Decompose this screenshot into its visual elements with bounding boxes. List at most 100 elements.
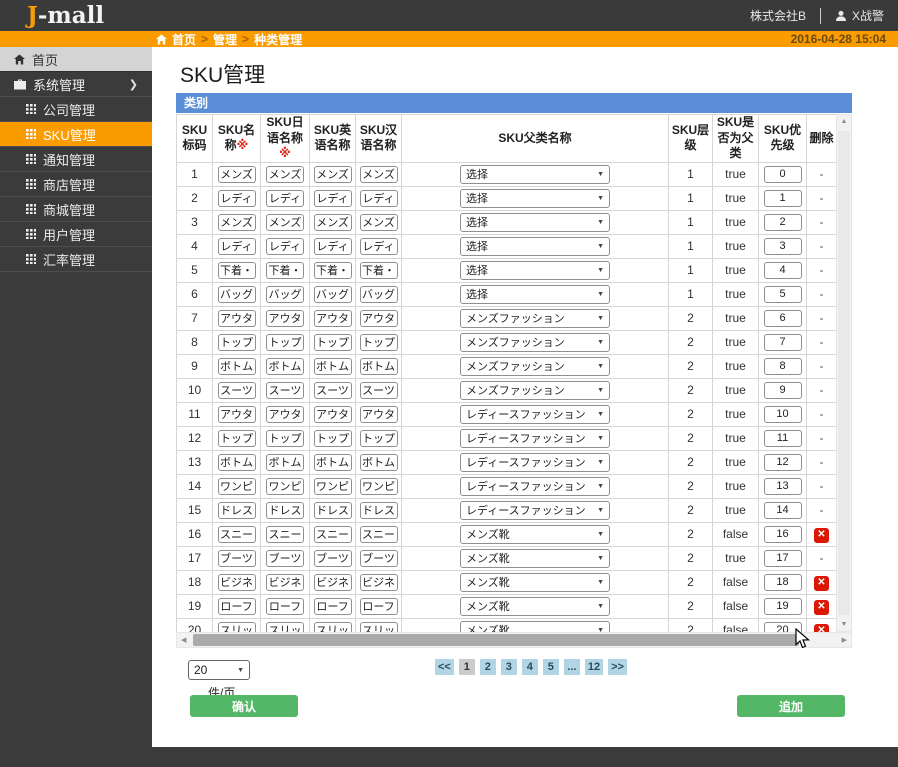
sidebar-item-active[interactable]: SKU管理: [0, 122, 152, 147]
parent-category-select[interactable]: 选择▼: [460, 261, 610, 280]
pagination-item[interactable]: 1: [459, 659, 475, 675]
sku-name-zh-input[interactable]: [360, 406, 398, 423]
parent-category-select[interactable]: レディースファッション▼: [460, 501, 610, 520]
parent-category-select[interactable]: メンズ靴▼: [460, 549, 610, 568]
sku-name-en-input[interactable]: [314, 502, 352, 519]
sku-name-input[interactable]: [218, 214, 256, 231]
priority-input[interactable]: [764, 190, 802, 207]
sku-name-zh-input[interactable]: [360, 550, 398, 567]
sku-name-jp-input[interactable]: [266, 286, 304, 303]
user-menu[interactable]: X战警: [835, 7, 884, 24]
sku-name-en-input[interactable]: [314, 526, 352, 543]
sku-name-zh-input[interactable]: [360, 454, 398, 471]
sku-name-jp-input[interactable]: [266, 550, 304, 567]
page-size-select[interactable]: 20 ▼: [188, 660, 250, 680]
sidebar-item-entry[interactable]: 公司管理: [0, 97, 152, 122]
sku-name-input[interactable]: [218, 166, 256, 183]
sku-name-jp-input[interactable]: [266, 406, 304, 423]
sidebar-item-home[interactable]: 首页: [0, 47, 152, 72]
sku-name-jp-input[interactable]: [266, 574, 304, 591]
sku-name-input[interactable]: [218, 190, 256, 207]
vertical-scrollbar-thumb[interactable]: [838, 131, 850, 615]
sku-name-jp-input[interactable]: [266, 190, 304, 207]
priority-input[interactable]: [764, 214, 802, 231]
priority-input[interactable]: [764, 382, 802, 399]
parent-category-select[interactable]: 选择▼: [460, 213, 610, 232]
sku-name-jp-input[interactable]: [266, 526, 304, 543]
sidebar-item-entry[interactable]: 通知管理: [0, 147, 152, 172]
sku-name-input[interactable]: [218, 454, 256, 471]
sku-name-zh-input[interactable]: [360, 574, 398, 591]
sku-name-zh-input[interactable]: [360, 214, 398, 231]
pagination-item[interactable]: 3: [501, 659, 517, 675]
priority-input[interactable]: [764, 598, 802, 615]
parent-category-select[interactable]: メンズファッション▼: [460, 357, 610, 376]
horizontal-scrollbar[interactable]: ◀ ▶: [176, 632, 852, 648]
pagination-item[interactable]: >>: [608, 659, 627, 675]
pagination-item[interactable]: 2: [480, 659, 496, 675]
scroll-right-icon[interactable]: ▶: [842, 636, 847, 644]
vertical-scrollbar[interactable]: ▲ ▼: [836, 114, 852, 632]
sku-name-en-input[interactable]: [314, 358, 352, 375]
sku-name-en-input[interactable]: [314, 286, 352, 303]
parent-category-select[interactable]: メンズファッション▼: [460, 333, 610, 352]
sku-name-en-input[interactable]: [314, 550, 352, 567]
sku-name-input[interactable]: [218, 262, 256, 279]
sku-name-en-input[interactable]: [314, 574, 352, 591]
priority-input[interactable]: [764, 574, 802, 591]
parent-category-select[interactable]: 选择▼: [460, 189, 610, 208]
parent-category-select[interactable]: レディースファッション▼: [460, 477, 610, 496]
parent-category-select[interactable]: 选择▼: [460, 237, 610, 256]
priority-input[interactable]: [764, 334, 802, 351]
parent-category-select[interactable]: レディースファッション▼: [460, 429, 610, 448]
sku-name-input[interactable]: [218, 526, 256, 543]
sku-name-input[interactable]: [218, 430, 256, 447]
sidebar-item-entry[interactable]: 商店管理: [0, 172, 152, 197]
sku-name-en-input[interactable]: [314, 310, 352, 327]
parent-category-select[interactable]: メンズ靴▼: [460, 597, 610, 616]
delete-button[interactable]: ✕: [814, 528, 829, 543]
sku-name-jp-input[interactable]: [266, 214, 304, 231]
sku-name-input[interactable]: [218, 598, 256, 615]
sku-name-input[interactable]: [218, 358, 256, 375]
sku-name-en-input[interactable]: [314, 478, 352, 495]
sku-name-jp-input[interactable]: [266, 358, 304, 375]
sku-name-en-input[interactable]: [314, 598, 352, 615]
sku-name-en-input[interactable]: [314, 406, 352, 423]
sku-name-jp-input[interactable]: [266, 454, 304, 471]
sku-name-input[interactable]: [218, 238, 256, 255]
sku-name-input[interactable]: [218, 286, 256, 303]
sku-name-zh-input[interactable]: [360, 166, 398, 183]
scroll-down-icon[interactable]: ▼: [837, 621, 851, 628]
parent-category-select[interactable]: メンズ靴▼: [460, 525, 610, 544]
breadcrumb-manage[interactable]: 管理: [213, 31, 237, 48]
priority-input[interactable]: [764, 454, 802, 471]
pagination-item[interactable]: 5: [543, 659, 559, 675]
sku-name-input[interactable]: [218, 334, 256, 351]
sku-name-input[interactable]: [218, 382, 256, 399]
sku-name-jp-input[interactable]: [266, 166, 304, 183]
sku-name-zh-input[interactable]: [360, 478, 398, 495]
confirm-button[interactable]: 确认: [190, 695, 298, 717]
sku-name-en-input[interactable]: [314, 382, 352, 399]
sku-name-jp-input[interactable]: [266, 430, 304, 447]
scroll-left-icon[interactable]: ◀: [181, 636, 186, 644]
sku-name-input[interactable]: [218, 550, 256, 567]
sku-name-zh-input[interactable]: [360, 238, 398, 255]
sku-name-en-input[interactable]: [314, 454, 352, 471]
sku-name-jp-input[interactable]: [266, 382, 304, 399]
priority-input[interactable]: [764, 262, 802, 279]
sku-name-jp-input[interactable]: [266, 310, 304, 327]
sku-name-zh-input[interactable]: [360, 430, 398, 447]
parent-category-select[interactable]: レディースファッション▼: [460, 453, 610, 472]
priority-input[interactable]: [764, 166, 802, 183]
sidebar-item-entry[interactable]: 汇率管理: [0, 247, 152, 272]
priority-input[interactable]: [764, 406, 802, 423]
sku-name-jp-input[interactable]: [266, 334, 304, 351]
sku-name-zh-input[interactable]: [360, 334, 398, 351]
pagination-item[interactable]: 4: [522, 659, 538, 675]
horizontal-scrollbar-thumb[interactable]: [193, 634, 799, 646]
delete-button[interactable]: ✕: [814, 576, 829, 591]
sku-name-input[interactable]: [218, 406, 256, 423]
sidebar-item-entry[interactable]: 商城管理: [0, 197, 152, 222]
